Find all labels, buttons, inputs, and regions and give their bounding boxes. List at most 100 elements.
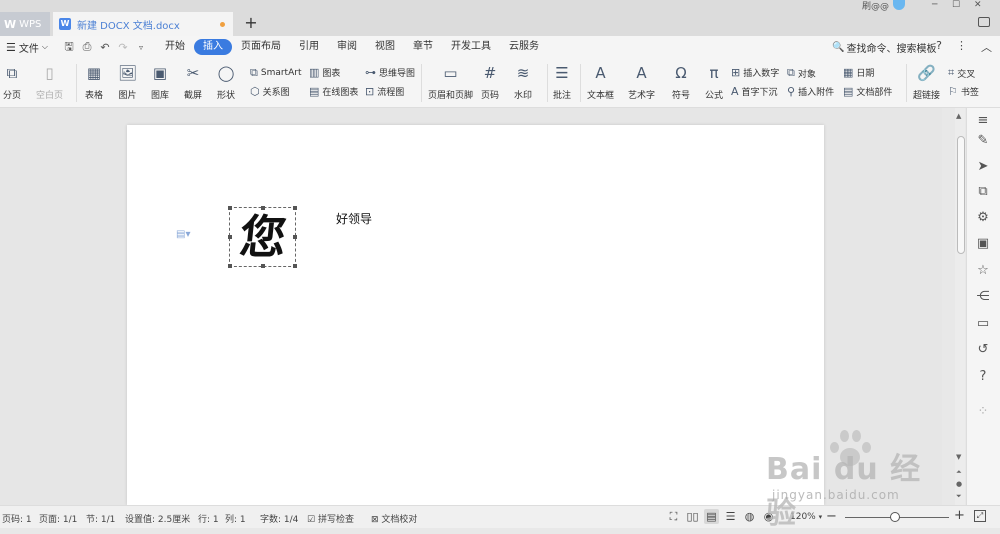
page-number-button[interactable]: # 页码 xyxy=(481,62,499,101)
tab-review[interactable]: 审阅 xyxy=(328,39,366,55)
maximize-icon[interactable]: ☐ xyxy=(952,0,960,10)
shapes-button[interactable]: ◯ 形状 xyxy=(217,62,235,101)
zoom-out-button[interactable]: − xyxy=(826,509,837,524)
tab-home[interactable]: 开始 xyxy=(156,39,194,55)
relation-diagram-button[interactable]: ⬡ 关系图 xyxy=(250,85,290,98)
tab-references[interactable]: 引用 xyxy=(290,39,328,55)
resize-handle[interactable] xyxy=(293,264,297,268)
help-icon[interactable]: ? xyxy=(936,39,942,55)
redo-icon[interactable]: ↷ xyxy=(114,41,132,54)
minimize-icon[interactable]: ─ xyxy=(932,0,937,10)
blank-page-button[interactable]: ▯ 空白页 xyxy=(36,62,63,101)
undo-icon[interactable]: ↶ xyxy=(96,41,114,54)
drop-cap-button[interactable]: A 首字下沉 xyxy=(731,85,778,98)
history-icon[interactable]: ↺ xyxy=(974,341,992,359)
header-footer-button[interactable]: ▭ 页眉和页脚 xyxy=(428,62,473,101)
user-account[interactable]: 刷@@ xyxy=(862,0,906,12)
status-page[interactable]: 页面: 1/1 xyxy=(39,512,77,525)
new-tab-button[interactable]: + xyxy=(242,12,260,34)
zoom-slider-thumb[interactable] xyxy=(889,512,900,522)
wps-home-tab[interactable]: W WPS xyxy=(0,12,50,36)
status-word-count[interactable]: 字数: 1/4 xyxy=(260,512,298,525)
spell-check-button[interactable]: ☑ 拼写检查 xyxy=(307,512,354,525)
resize-handle[interactable] xyxy=(261,264,265,268)
tab-developer[interactable]: 开发工具 xyxy=(442,39,500,55)
print-icon[interactable]: ⎙ xyxy=(78,40,96,54)
browse-object-icon[interactable]: ● xyxy=(956,480,962,488)
reading-view-icon[interactable]: ▯▯ xyxy=(685,509,700,524)
inserted-image[interactable]: 您 xyxy=(228,206,297,268)
page-view-icon[interactable]: ▤ xyxy=(704,509,719,524)
layout-options-icon[interactable]: ▤▾ xyxy=(176,229,190,240)
cross-reference-button[interactable]: ⌗ 交叉 xyxy=(948,66,975,80)
fit-page-icon[interactable]: ⤢ xyxy=(974,510,986,522)
resize-handle[interactable] xyxy=(261,206,265,210)
gallery-button[interactable]: ▣ 图库 xyxy=(151,62,169,101)
online-chart-button[interactable]: ▤ 在线图表 xyxy=(309,85,358,98)
outline-view-icon[interactable]: ☰ xyxy=(723,509,738,524)
scroll-up-icon[interactable]: ▲ xyxy=(956,112,961,120)
save-icon[interactable]: 🖫 xyxy=(60,38,78,57)
gallery-panel-icon[interactable]: ▣ xyxy=(974,235,992,253)
scrollbar-thumb[interactable] xyxy=(957,136,965,254)
object-button[interactable]: ⧉ 对象 xyxy=(787,66,816,80)
document-page[interactable]: ▤▾ 您 好领导 xyxy=(127,125,824,505)
comment-button[interactable]: ☰ 批注 xyxy=(553,62,571,101)
table-button[interactable]: ▦ 表格 xyxy=(85,62,103,101)
cursor-icon[interactable]: ➤ xyxy=(974,158,992,176)
command-search[interactable]: 🔍 查找命令、搜索模板 xyxy=(832,40,936,55)
pen-icon[interactable]: ✎ xyxy=(974,132,992,150)
doc-proof-button[interactable]: ⊠ 文档校对 xyxy=(371,512,417,525)
watermark-button[interactable]: ≋ 水印 xyxy=(514,62,532,101)
more-icon[interactable]: ⋮ xyxy=(956,39,967,55)
zoom-level[interactable]: 120% ▾ xyxy=(790,512,822,522)
document-canvas[interactable]: ▤▾ 您 好领导 xyxy=(0,108,942,505)
panel-toggle-icon[interactable] xyxy=(978,17,990,27)
tab-section[interactable]: 章节 xyxy=(404,39,442,55)
tab-view[interactable]: 视图 xyxy=(366,39,404,55)
star-icon[interactable]: ☆ xyxy=(974,262,992,280)
screenshot-button[interactable]: ✂ 截屏 xyxy=(184,62,202,101)
document-body-text[interactable]: 好领导 xyxy=(336,210,372,227)
smartart-button[interactable]: ⧉ SmartArt xyxy=(250,66,301,80)
settings-sliders-icon[interactable]: ⚙ xyxy=(974,209,992,227)
zoom-in-button[interactable]: + xyxy=(954,508,965,523)
help-circle-icon[interactable]: ? xyxy=(974,368,992,386)
web-view-icon[interactable]: ◍ xyxy=(742,509,757,524)
file-menu-button[interactable]: ☰ 文件 ⌵ xyxy=(0,40,56,55)
flowchart-button[interactable]: ⊡ 流程图 xyxy=(365,85,404,98)
resize-handle[interactable] xyxy=(228,206,232,210)
symbol-button[interactable]: Ω 符号 xyxy=(672,62,690,101)
scroll-down-icon[interactable]: ▼ xyxy=(956,453,961,461)
attachment-button[interactable]: ⚲ 插入附件 xyxy=(787,85,834,98)
share-icon[interactable]: ⋲ xyxy=(974,288,992,306)
resize-handle[interactable] xyxy=(293,235,297,239)
fullscreen-view-icon[interactable]: ⛶ xyxy=(666,509,681,524)
mindmap-button[interactable]: ⊶ 思维导图 xyxy=(365,66,415,79)
resize-handle[interactable] xyxy=(228,235,232,239)
archive-icon[interactable]: ▭ xyxy=(974,315,992,333)
resize-handle[interactable] xyxy=(293,206,297,210)
next-page-icon[interactable]: ⏷ xyxy=(956,492,962,501)
panel-menu-icon[interactable]: ≡ xyxy=(974,112,992,130)
status-page-code[interactable]: 页码: 1 xyxy=(2,512,32,525)
doc-parts-button[interactable]: ▤ 文档部件 xyxy=(843,85,892,98)
insert-number-button[interactable]: ⊞ 插入数字 xyxy=(731,66,779,79)
vertical-scrollbar[interactable]: ▲ ▼ ⏶ ● ⏷ xyxy=(955,108,965,505)
bookmark-button[interactable]: ⚐ 书签 xyxy=(948,85,979,98)
collapse-ribbon-icon[interactable]: ︿ xyxy=(981,39,992,55)
date-button[interactable]: ▦ 日期 xyxy=(843,66,874,79)
page-break-button[interactable]: ⧉ 分页 xyxy=(3,62,21,101)
wordart-button[interactable]: A 艺术字 xyxy=(628,62,655,101)
eye-protection-icon[interactable]: ◉ xyxy=(761,509,776,524)
hyperlink-button[interactable]: 🔗 超链接 xyxy=(913,62,940,101)
picture-button[interactable]: 🖼 图片 xyxy=(118,62,137,101)
apps-grid-icon[interactable]: ⁘ xyxy=(974,403,992,421)
resize-handle[interactable] xyxy=(228,264,232,268)
prev-page-icon[interactable]: ⏶ xyxy=(956,468,962,477)
customize-quick-access-icon[interactable]: ▿ xyxy=(132,43,150,52)
tab-page-layout[interactable]: 页面布局 xyxy=(232,39,290,55)
tab-cloud[interactable]: 云服务 xyxy=(500,39,548,55)
document-tab[interactable]: W 新建 DOCX 文档.docx xyxy=(53,12,233,36)
formula-button[interactable]: π 公式 xyxy=(705,62,723,101)
